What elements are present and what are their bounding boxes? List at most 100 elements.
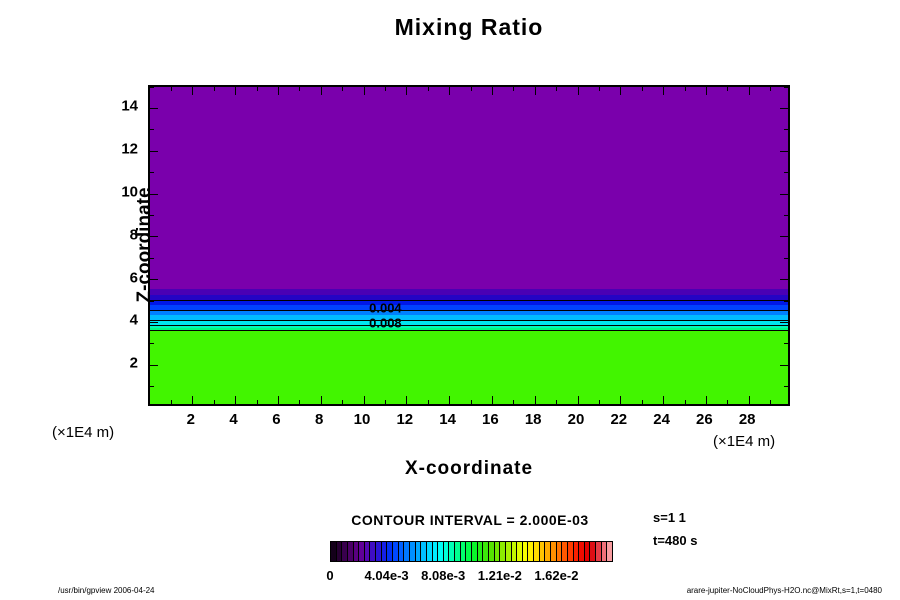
x-axis-tick bbox=[299, 87, 300, 91]
x-axis-tick bbox=[513, 400, 514, 404]
x-tick-label: 24 bbox=[653, 411, 670, 428]
x-axis-tick bbox=[385, 87, 386, 91]
x-axis-tick bbox=[214, 400, 215, 404]
x-axis-tick bbox=[578, 396, 579, 404]
contour-label: 0.008 bbox=[369, 317, 402, 330]
x-axis-tick bbox=[171, 400, 172, 404]
colorbar-tick-label: 0 bbox=[326, 568, 333, 583]
colorbar-tick-label: 1.62e-2 bbox=[534, 568, 578, 583]
x-axis-tick bbox=[663, 87, 664, 95]
contour-line bbox=[150, 320, 788, 321]
x-axis-tick bbox=[449, 396, 450, 404]
x-axis-tick bbox=[428, 400, 429, 404]
x-axis-tick bbox=[235, 396, 236, 404]
z-axis-tick bbox=[150, 365, 158, 366]
x-axis-tick bbox=[257, 400, 258, 404]
x-axis-tick bbox=[471, 87, 472, 91]
x-axis-tick bbox=[685, 400, 686, 404]
x-tick-label: 8 bbox=[315, 411, 323, 428]
x-axis-tick bbox=[556, 400, 557, 404]
x-axis-tick bbox=[706, 87, 707, 95]
z-axis-tick bbox=[784, 87, 788, 88]
z-axis-tick bbox=[784, 129, 788, 130]
x-tick-label: 26 bbox=[696, 411, 713, 428]
x-axis-tick bbox=[299, 400, 300, 404]
z-axis-tick bbox=[780, 365, 788, 366]
x-axis-tick bbox=[770, 400, 771, 404]
x-axis-tick bbox=[620, 87, 621, 95]
x-axis-tick bbox=[342, 87, 343, 91]
x-tick-label: 10 bbox=[354, 411, 371, 428]
x-tick-label: 16 bbox=[482, 411, 499, 428]
z-axis-tick bbox=[780, 151, 788, 152]
legend-time-text: t=480 s bbox=[653, 533, 697, 548]
x-axis-tick bbox=[727, 87, 728, 91]
x-tick-label: 12 bbox=[396, 411, 413, 428]
x-axis-tick bbox=[278, 87, 279, 95]
x-axis-tick bbox=[471, 400, 472, 404]
z-tick-label: 8 bbox=[96, 226, 138, 243]
z-axis-tick bbox=[780, 279, 788, 280]
z-axis-tick bbox=[784, 258, 788, 259]
colorbar bbox=[330, 541, 613, 562]
x-axis-tick bbox=[599, 400, 600, 404]
z-axis-label: Z-coordinate bbox=[50, 150, 240, 340]
x-axis-tick bbox=[364, 87, 365, 95]
legend-step-text: s=1 1 bbox=[653, 510, 686, 525]
x-tick-label: 6 bbox=[272, 411, 280, 428]
z-tick-label: 12 bbox=[96, 141, 138, 158]
x-axis-tick bbox=[749, 396, 750, 404]
z-axis-tick bbox=[780, 322, 788, 323]
z-axis-tick bbox=[780, 236, 788, 237]
x-tick-label: 14 bbox=[439, 411, 456, 428]
x-tick-label: 28 bbox=[739, 411, 756, 428]
x-axis-tick bbox=[492, 396, 493, 404]
colorbar-tick-label: 1.21e-2 bbox=[478, 568, 522, 583]
z-axis-tick bbox=[150, 108, 158, 109]
x-axis-tick bbox=[406, 396, 407, 404]
x-axis-tick bbox=[192, 87, 193, 95]
x-axis-tick bbox=[214, 87, 215, 91]
x-axis-tick bbox=[535, 396, 536, 404]
z-axis-tick bbox=[784, 386, 788, 387]
z-axis-tick bbox=[784, 301, 788, 302]
x-tick-label: 20 bbox=[568, 411, 585, 428]
x-axis-tick bbox=[406, 87, 407, 95]
x-axis-tick bbox=[235, 87, 236, 95]
z-axis-tick bbox=[150, 343, 154, 344]
x-axis-tick bbox=[620, 396, 621, 404]
x-axis-tick bbox=[749, 87, 750, 95]
z-axis-tick bbox=[784, 343, 788, 344]
x-axis-tick bbox=[342, 400, 343, 404]
x-axis-tick bbox=[385, 400, 386, 404]
z-tick-label: 2 bbox=[96, 355, 138, 372]
plot-area: 0.0040.008 bbox=[148, 85, 790, 406]
x-axis-tick bbox=[513, 87, 514, 91]
colorbar-tick-label: 8.08e-3 bbox=[421, 568, 465, 583]
x-axis-tick bbox=[278, 396, 279, 404]
z-tick-label: 10 bbox=[96, 184, 138, 201]
x-axis-tick bbox=[578, 87, 579, 95]
z-axis-tick bbox=[784, 215, 788, 216]
x-tick-label: 22 bbox=[610, 411, 627, 428]
z-axis-tick bbox=[780, 108, 788, 109]
x-axis-unit-right: (×1E4 m) bbox=[713, 433, 775, 450]
x-axis-tick bbox=[599, 87, 600, 91]
x-axis-tick bbox=[321, 396, 322, 404]
x-axis-tick bbox=[321, 87, 322, 95]
x-tick-label: 2 bbox=[187, 411, 195, 428]
x-axis-tick bbox=[364, 396, 365, 404]
x-tick-label: 18 bbox=[525, 411, 542, 428]
x-axis-tick bbox=[706, 396, 707, 404]
x-axis-tick bbox=[556, 87, 557, 91]
x-axis-tick bbox=[663, 396, 664, 404]
z-tick-label: 4 bbox=[96, 312, 138, 329]
footer-dataset-text: arare-jupiter-NoCloudPhys-H2O.nc@MixRt,s… bbox=[687, 586, 882, 595]
z-axis-tick bbox=[784, 172, 788, 173]
x-axis-tick bbox=[449, 87, 450, 95]
x-axis-tick bbox=[192, 396, 193, 404]
x-axis-tick bbox=[492, 87, 493, 95]
contour-line bbox=[150, 325, 788, 326]
x-axis-tick bbox=[171, 87, 172, 91]
z-axis-tick bbox=[150, 386, 154, 387]
